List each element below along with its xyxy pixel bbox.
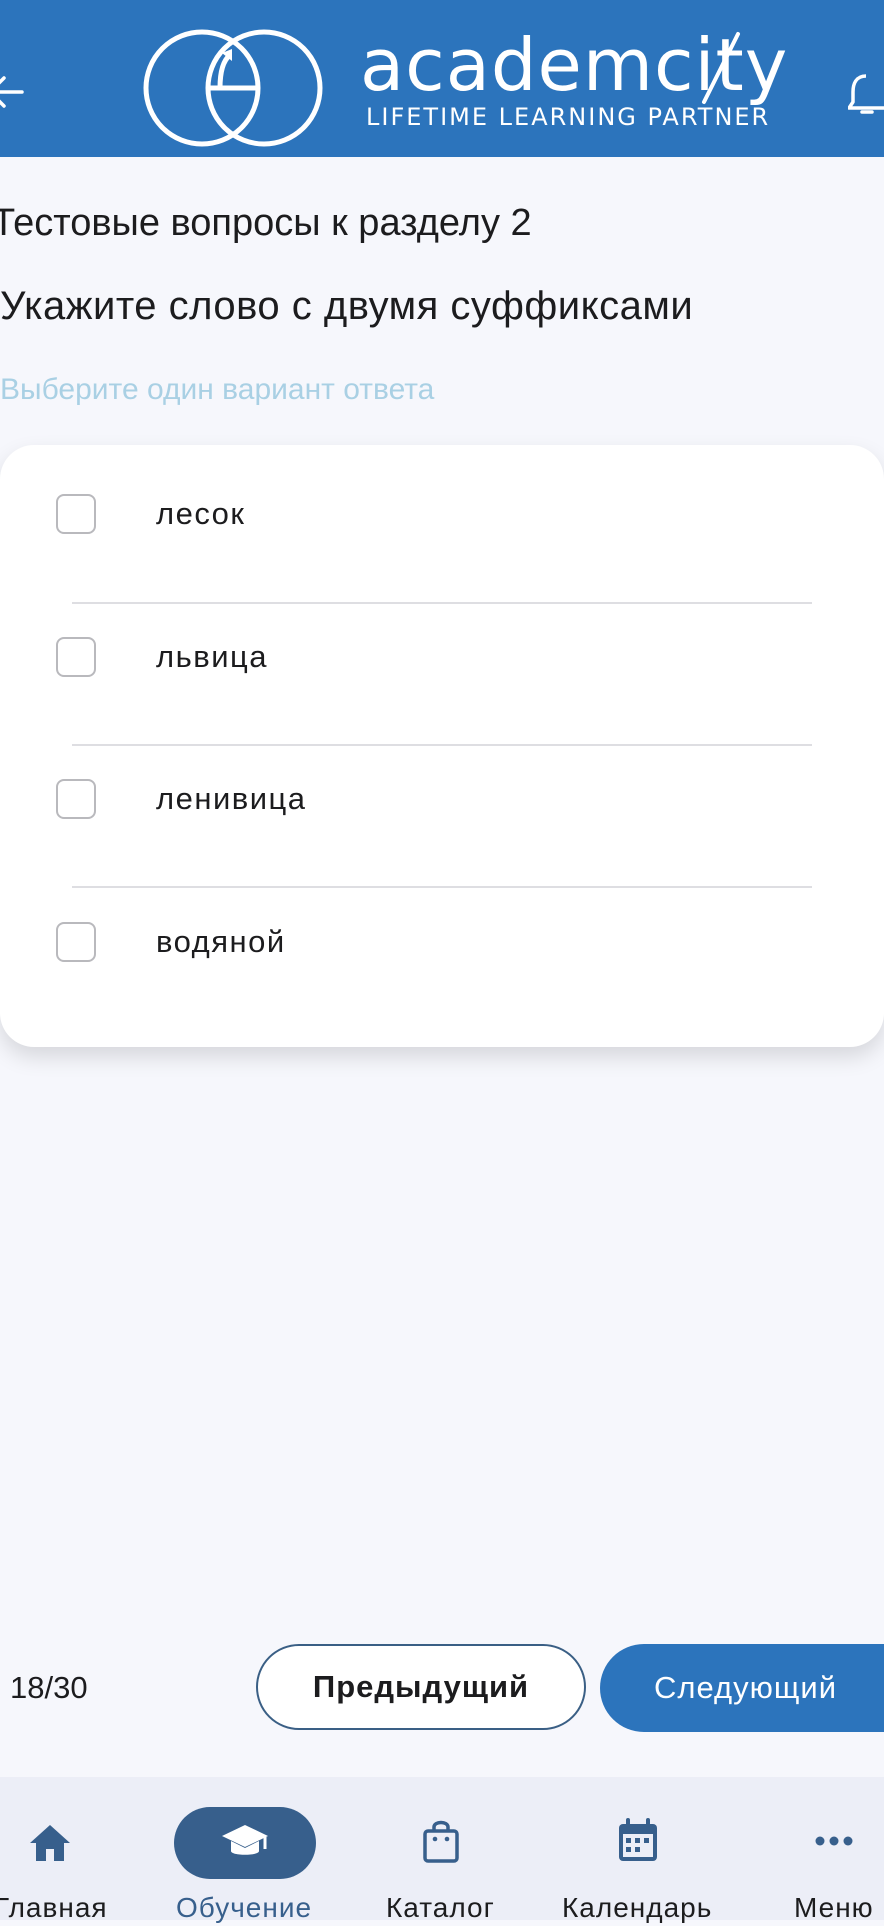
nav-item-home[interactable]: Главная <box>0 1777 110 1923</box>
nav-label: Обучение <box>176 1892 313 1923</box>
nav-label: Меню <box>794 1892 874 1923</box>
bell-icon[interactable] <box>848 70 884 116</box>
next-button[interactable]: Следующий <box>600 1644 884 1732</box>
option-label: лесок <box>156 496 246 531</box>
nav-item-learning[interactable]: Обучение <box>170 1777 320 1923</box>
brand-slash-mark <box>702 32 740 104</box>
shopping-bag-icon <box>423 1820 459 1863</box>
nav-item-catalog[interactable]: Каталог <box>380 1777 500 1923</box>
answer-option[interactable]: лесок <box>0 445 884 588</box>
question-counter: 18/30 <box>10 1670 88 1705</box>
more-dots-icon <box>815 1836 853 1846</box>
graduation-cap-icon <box>222 1825 268 1855</box>
answer-option[interactable]: водяной <box>0 873 884 1016</box>
option-checkbox[interactable] <box>56 494 96 534</box>
nav-label: Главная <box>0 1892 108 1923</box>
app-header: academcity LIFETIME LEARNING PARTNER <box>0 0 884 157</box>
answer-option[interactable]: львица <box>0 588 884 731</box>
nav-item-menu[interactable]: Меню <box>780 1777 884 1923</box>
option-checkbox[interactable] <box>56 779 96 819</box>
question-text: Укажите слово с двумя суффиксами <box>0 284 694 328</box>
answer-hint: Выберите один вариант ответа <box>0 373 435 406</box>
previous-button[interactable]: Предыдущий <box>256 1644 586 1730</box>
answer-option[interactable]: ленивица <box>0 730 884 873</box>
answer-options-card: лесок львица ленивица водяной <box>0 445 884 1047</box>
arrow-left-icon[interactable] <box>0 72 26 112</box>
bottom-navigation: Главная Обучение Каталог Календарь Меню <box>0 1777 884 1923</box>
option-label: львица <box>156 639 269 674</box>
option-label: ленивица <box>156 781 307 816</box>
calendar-icon <box>619 1818 657 1861</box>
logo-icon <box>143 29 323 147</box>
section-title: Тестовые вопросы к разделу 2 <box>0 202 532 244</box>
option-checkbox[interactable] <box>56 922 96 962</box>
option-checkbox[interactable] <box>56 637 96 677</box>
nav-label: Каталог <box>386 1892 495 1923</box>
nav-label: Календарь <box>562 1892 713 1923</box>
brand-tagline: LIFETIME LEARNING PARTNER <box>366 103 771 131</box>
home-icon <box>30 1825 70 1861</box>
nav-item-calendar[interactable]: Календарь <box>560 1777 720 1923</box>
option-label: водяной <box>156 924 286 959</box>
